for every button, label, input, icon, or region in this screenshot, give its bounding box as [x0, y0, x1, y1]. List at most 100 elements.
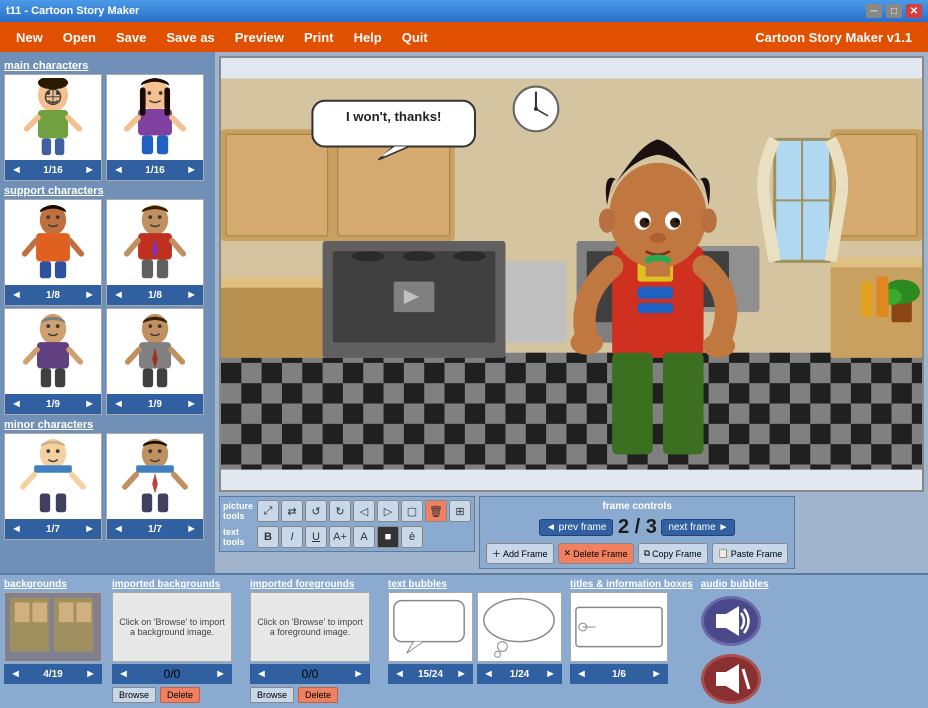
- backgrounds-label: backgrounds: [4, 579, 104, 590]
- tool-expand[interactable]: ⤢: [257, 500, 279, 522]
- char-prev-3[interactable]: ◄: [9, 289, 24, 301]
- tool-bold[interactable]: B: [257, 526, 279, 548]
- paste-frame-label: Paste Frame: [731, 549, 783, 559]
- char-next-5[interactable]: ►: [82, 398, 97, 410]
- copy-frame-button[interactable]: ⧉ Copy Frame: [638, 543, 708, 564]
- menu-new[interactable]: New: [8, 27, 51, 48]
- imported-bg-next[interactable]: ►: [213, 668, 228, 680]
- tool-fliph[interactable]: ⇄: [281, 500, 303, 522]
- backgrounds-section: backgrounds ◄ 4/19 ►: [4, 579, 104, 704]
- char-prev-5[interactable]: ◄: [9, 398, 24, 410]
- bubble-next-1[interactable]: ►: [454, 668, 469, 680]
- minimize-button[interactable]: ─: [866, 4, 882, 18]
- char-img-6: [107, 309, 203, 394]
- char-svg-8: [115, 437, 195, 517]
- tool-italic[interactable]: I: [281, 526, 303, 548]
- char-img-7: [5, 434, 101, 519]
- tool-delete[interactable]: 🗑: [425, 500, 447, 522]
- tool-fontup[interactable]: A+: [329, 526, 351, 548]
- imported-fg-counter: 0/0: [302, 667, 319, 681]
- delete-frame-icon: ✕: [564, 548, 572, 559]
- text-bubble-nav-2: ◄ 1/24 ►: [477, 664, 562, 684]
- tool-undo[interactable]: ↺: [305, 500, 327, 522]
- bg-prev[interactable]: ◄: [8, 668, 23, 680]
- toolbars-row: picturetools ⤢ ⇄ ↺ ↻ ◁ ▷ ▢ 🗑 ⊞ texttools: [219, 496, 924, 569]
- add-frame-button[interactable]: ＋ Add Frame: [486, 543, 554, 564]
- audio-bubble-1[interactable]: [701, 596, 761, 646]
- char-card-5: ◄ 1/9 ►: [4, 308, 102, 415]
- window-controls: ─ □ ✕: [866, 4, 922, 18]
- imported-bg-delete[interactable]: Delete: [160, 687, 200, 703]
- maximize-button[interactable]: □: [886, 4, 902, 18]
- char-prev-4[interactable]: ◄: [111, 289, 126, 301]
- char-counter-8: 1/7: [148, 524, 162, 535]
- title-svg: [571, 592, 667, 662]
- tool-color[interactable]: ■: [377, 526, 399, 548]
- char-next-3[interactable]: ►: [82, 289, 97, 301]
- tool-box[interactable]: ▢: [401, 500, 423, 522]
- char-prev-2[interactable]: ◄: [111, 164, 126, 176]
- char-next-7[interactable]: ►: [82, 523, 97, 535]
- audio-bubble-2[interactable]: [701, 654, 761, 704]
- imported-fg-placeholder: Click on 'Browse' to import a foreground…: [255, 617, 365, 637]
- char-prev-6[interactable]: ◄: [111, 398, 126, 410]
- delete-frame-button[interactable]: ✕ Delete Frame: [558, 543, 634, 564]
- char-next-2[interactable]: ►: [184, 164, 199, 176]
- char-next-6[interactable]: ►: [184, 398, 199, 410]
- char-img-1: [5, 75, 101, 160]
- close-button[interactable]: ✕: [906, 4, 922, 18]
- paste-frame-button[interactable]: 📋 Paste Frame: [712, 543, 789, 564]
- char-prev-7[interactable]: ◄: [9, 523, 24, 535]
- tool-copy[interactable]: ⊞: [449, 500, 471, 522]
- tool-redo[interactable]: ↻: [329, 500, 351, 522]
- imported-bg-browse[interactable]: Browse: [112, 687, 156, 703]
- menu-print[interactable]: Print: [296, 27, 342, 48]
- char-counter-3: 1/8: [46, 290, 60, 301]
- menu-save[interactable]: Save: [108, 27, 154, 48]
- menu-open[interactable]: Open: [55, 27, 104, 48]
- char-prev-1[interactable]: ◄: [9, 164, 24, 176]
- canvas-area: I won't, thanks! picturetools ⤢ ⇄ ↺ ↻ ◁ …: [215, 52, 928, 573]
- bubble-prev-2[interactable]: ◄: [481, 668, 496, 680]
- titles-nav: ◄ 1/6 ►: [570, 664, 668, 684]
- char-svg-7: [13, 437, 93, 517]
- imported-bg-counter: 0/0: [164, 667, 181, 681]
- titles-next[interactable]: ►: [649, 668, 664, 680]
- imported-fg-next[interactable]: ►: [351, 668, 366, 680]
- char-counter-2: 1/16: [145, 165, 164, 176]
- char-svg-6: [115, 312, 195, 392]
- char-next-4[interactable]: ►: [184, 289, 199, 301]
- char-nav-3: ◄ 1/8 ►: [5, 285, 101, 305]
- imported-fg-delete[interactable]: Delete: [298, 687, 338, 703]
- char-counter-5: 1/9: [46, 399, 60, 410]
- char-card-7: ◄ 1/7 ►: [4, 433, 102, 540]
- imported-bg-prev[interactable]: ◄: [116, 668, 131, 680]
- tool-special[interactable]: è: [401, 526, 423, 548]
- tool-fontdown[interactable]: A: [353, 526, 375, 548]
- titles-prev[interactable]: ◄: [574, 668, 589, 680]
- char-prev-8[interactable]: ◄: [111, 523, 126, 535]
- char-next-1[interactable]: ►: [82, 164, 97, 176]
- main-characters-row: ◄ 1/16 ►: [4, 74, 211, 181]
- menu-preview[interactable]: Preview: [227, 27, 292, 48]
- imported-fg-prev[interactable]: ◄: [254, 668, 269, 680]
- menu-save-as[interactable]: Save as: [158, 27, 222, 48]
- char-next-8[interactable]: ►: [184, 523, 199, 535]
- imported-bg-nav: ◄ 0/0 ►: [112, 664, 232, 684]
- bubble-counter-1: 15/24: [418, 669, 443, 680]
- bg-next[interactable]: ►: [83, 668, 98, 680]
- story-canvas[interactable]: I won't, thanks!: [219, 56, 924, 492]
- menu-quit[interactable]: Quit: [394, 27, 436, 48]
- title-bar: t11 - Cartoon Story Maker ─ □ ✕: [0, 0, 928, 22]
- bubble-next-2[interactable]: ►: [543, 668, 558, 680]
- paste-frame-icon: 📋: [718, 548, 729, 559]
- prev-frame-button[interactable]: ◄ prev frame: [539, 519, 613, 536]
- tool-left[interactable]: ◁: [353, 500, 375, 522]
- next-frame-button[interactable]: next frame ►: [661, 519, 735, 536]
- menu-help[interactable]: Help: [346, 27, 390, 48]
- imported-fg-browse[interactable]: Browse: [250, 687, 294, 703]
- delete-frame-label: Delete Frame: [573, 549, 628, 559]
- tool-underline[interactable]: U: [305, 526, 327, 548]
- bubble-prev-1[interactable]: ◄: [392, 668, 407, 680]
- tool-right[interactable]: ▷: [377, 500, 399, 522]
